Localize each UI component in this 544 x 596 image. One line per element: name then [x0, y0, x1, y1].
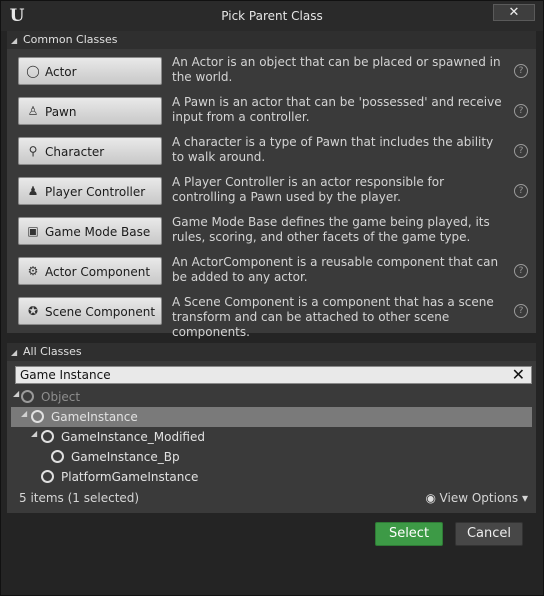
- class-row-character: ⚲ Character A character is a type of Paw…: [18, 135, 528, 169]
- tree-item-gameinstance[interactable]: ◢ GameInstance: [11, 407, 532, 427]
- cancel-button[interactable]: Cancel: [455, 522, 523, 546]
- class-icon: [21, 390, 34, 403]
- scene-component-icon: ✪: [27, 304, 39, 318]
- character-button[interactable]: ⚲ Character: [18, 137, 162, 165]
- scene-component-button[interactable]: ✪ Scene Component: [18, 297, 162, 325]
- player-controller-icon: ♟: [27, 184, 39, 198]
- item-count: 5 items (1 selected): [19, 491, 140, 505]
- class-description: An Actor is an object that can be placed…: [172, 55, 501, 84]
- class-row-actor-component: ⚙ Actor Component An ActorComponent is a…: [18, 255, 528, 289]
- help-icon[interactable]: ?: [514, 104, 528, 118]
- help-icon[interactable]: ?: [514, 64, 528, 78]
- common-classes-section: ◢ Common Classes ◯ Actor An Actor is an o…: [7, 31, 536, 339]
- tree-item-platformgameinstance[interactable]: PlatformGameInstance: [11, 467, 532, 487]
- class-description: A Player Controller is an actor responsi…: [172, 175, 445, 204]
- collapse-arrow-icon: ◢: [11, 348, 18, 357]
- class-label: Character: [45, 145, 105, 159]
- tree-item-object[interactable]: ◢ Object: [11, 387, 532, 407]
- tree-item-gameinstance-modified[interactable]: ◢ GameInstance_Modified: [11, 427, 532, 447]
- eye-icon: ◉: [425, 491, 437, 505]
- view-options-label: View Options: [439, 491, 519, 505]
- actor-component-button[interactable]: ⚙ Actor Component: [18, 257, 162, 285]
- help-icon[interactable]: ?: [514, 184, 528, 198]
- tree-item-label: PlatformGameInstance: [61, 470, 199, 484]
- close-button[interactable]: ✕: [493, 4, 535, 21]
- tree-item-label: GameInstance: [51, 410, 138, 424]
- class-icon: [41, 430, 54, 443]
- actor-icon: ◯: [26, 64, 40, 78]
- game-mode-base-button[interactable]: ▣ Game Mode Base: [18, 217, 162, 245]
- class-label: Scene Component: [45, 305, 156, 319]
- class-search-input[interactable]: Game Instance ✕: [15, 365, 532, 384]
- pawn-button[interactable]: ♙ Pawn: [18, 97, 162, 125]
- all-classes-section: ◢ All Classes Game Instance ✕ ◢ Object ◢ …: [7, 343, 536, 513]
- help-icon[interactable]: ?: [514, 264, 528, 278]
- pick-parent-class-dialog: U Pick Parent Class ✕ ◢ Common Classes ◯ …: [0, 0, 544, 596]
- class-row-player-controller: ♟ Player Controller A Player Controller …: [18, 175, 528, 209]
- tree-item-label: Object: [41, 390, 81, 404]
- common-classes-header[interactable]: ◢ Common Classes: [7, 31, 536, 49]
- player-controller-button[interactable]: ♟ Player Controller: [18, 177, 162, 205]
- collapse-arrow-icon: ◢: [11, 36, 18, 45]
- clear-search-icon[interactable]: ✕: [512, 365, 525, 384]
- search-value: Game Instance: [20, 368, 111, 382]
- actor-button[interactable]: ◯ Actor: [18, 57, 162, 85]
- class-icon: [51, 450, 64, 463]
- class-row-scene-component: ✪ Scene Component A Scene Component is a…: [18, 295, 528, 339]
- help-icon[interactable]: ?: [514, 144, 528, 158]
- class-label: Actor: [45, 65, 77, 79]
- actor-component-icon: ⚙: [27, 264, 39, 278]
- pawn-icon: ♙: [27, 104, 39, 118]
- expand-arrow-icon[interactable]: ◢: [13, 389, 19, 398]
- expand-arrow-icon[interactable]: ◢: [31, 429, 37, 438]
- help-icon[interactable]: ?: [514, 304, 528, 318]
- window-title: Pick Parent Class: [221, 9, 323, 23]
- class-description: Game Mode Base defines the game being pl…: [172, 215, 490, 244]
- class-description: A Scene Component is a component that ha…: [172, 295, 494, 339]
- class-row-actor: ◯ Actor An Actor is an object that can b…: [18, 55, 528, 89]
- view-options-button[interactable]: ◉ View Options ▾: [426, 491, 528, 505]
- class-description: An ActorComponent is a reusable componen…: [172, 255, 499, 284]
- class-label: Game Mode Base: [45, 225, 151, 239]
- tree-item-label: GameInstance_Bp: [71, 450, 180, 464]
- class-description: A character is a type of Pawn that inclu…: [172, 135, 494, 164]
- select-button[interactable]: Select: [375, 522, 443, 546]
- class-label: Player Controller: [45, 185, 146, 199]
- character-icon: ⚲: [28, 144, 38, 158]
- expand-arrow-icon[interactable]: ◢: [21, 409, 27, 418]
- class-row-game-mode-base: ▣ Game Mode Base Game Mode Base defines …: [18, 215, 528, 249]
- class-icon: [41, 470, 54, 483]
- section-title: All Classes: [23, 345, 82, 358]
- class-label: Actor Component: [45, 265, 151, 279]
- title-bar: U Pick Parent Class ✕: [1, 1, 543, 31]
- class-icon: [31, 410, 44, 423]
- class-description: A Pawn is an actor that can be 'possesse…: [172, 95, 502, 124]
- all-classes-header[interactable]: ◢ All Classes: [7, 343, 536, 361]
- section-title: Common Classes: [23, 33, 118, 46]
- class-row-pawn: ♙ Pawn A Pawn is an actor that can be 'p…: [18, 95, 528, 129]
- tree-item-label: GameInstance_Modified: [61, 430, 205, 444]
- class-label: Pawn: [45, 105, 77, 119]
- tree-item-gameinstance-bp[interactable]: GameInstance_Bp: [11, 447, 532, 467]
- dropdown-arrow-icon: ▾: [521, 491, 528, 505]
- game-mode-icon: ▣: [27, 224, 39, 238]
